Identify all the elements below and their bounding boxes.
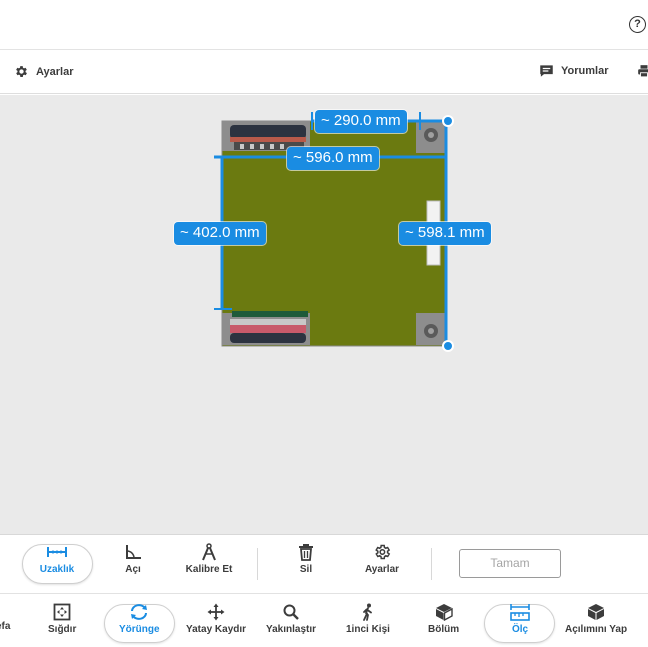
motor-bottom-left <box>222 311 310 345</box>
measure-label: Ölç <box>511 624 529 635</box>
section-button[interactable]: Bölüm <box>428 603 459 643</box>
toolbar-divider <box>257 548 258 580</box>
comments-label: Yorumlar <box>561 65 609 77</box>
top-header: ? <box>0 0 648 50</box>
comments-button[interactable]: Yorumlar <box>539 64 608 78</box>
measurement-label-596[interactable]: ~ 596.0 mm <box>287 147 379 170</box>
gear-outline-icon <box>375 544 391 560</box>
delete-button[interactable]: Sil <box>270 543 342 587</box>
orbit-button[interactable]: Yörünge <box>119 603 160 643</box>
viewer-toolbar: Ayarlar Yorumlar <box>0 51 648 94</box>
settings-menu-button[interactable]: Ayarlar <box>14 64 74 79</box>
explode-cube-icon <box>588 604 605 620</box>
mount-bottom-right <box>416 313 446 345</box>
help-icon[interactable]: ? <box>629 16 646 33</box>
magnifier-icon <box>283 604 299 620</box>
distance-label: Uzaklık <box>39 564 75 575</box>
done-button[interactable]: Tamam <box>459 549 561 578</box>
distance-icon <box>47 547 67 557</box>
fit-label: Sığdır <box>48 624 77 635</box>
section-cube-icon <box>435 604 453 621</box>
explode-label: Açılımını Yap <box>565 624 628 635</box>
first-person-label: 1inci Kişi <box>346 624 390 635</box>
zoom-button[interactable]: Yakınlaştır <box>266 603 316 643</box>
settings-label: Ayarlar <box>36 65 74 78</box>
navigation-toolbar: efa Sığdır Yörünge Yatay Kaydır <box>0 593 648 647</box>
measure-handle-bottom <box>442 340 454 352</box>
measure-toolbar: Uzaklık Açı Kalibre Et Sil Ayarlar Tamam <box>0 534 648 592</box>
compass-icon <box>202 543 216 561</box>
print-button[interactable] <box>637 64 648 78</box>
ruler-icon <box>510 604 530 621</box>
partial-tool-label: efa <box>0 621 11 632</box>
angle-label: Açı <box>125 564 141 575</box>
fit-to-view-icon <box>53 603 71 621</box>
trash-icon <box>299 544 313 561</box>
measure-settings-button[interactable]: Ayarlar <box>346 543 418 587</box>
angle-icon <box>126 545 141 559</box>
comment-icon <box>540 65 553 77</box>
orbit-label: Yörünge <box>119 624 160 635</box>
toolbar-divider <box>431 548 432 580</box>
walking-person-icon <box>363 603 372 621</box>
pan-button[interactable]: Yatay Kaydır <box>186 603 246 643</box>
explode-button[interactable]: Açılımını Yap <box>565 603 627 643</box>
measurement-label-402[interactable]: ~ 402.0 mm <box>174 222 266 245</box>
zoom-label: Yakınlaştır <box>266 624 317 635</box>
measure-button[interactable]: Ölç <box>509 603 531 643</box>
angle-tool-button[interactable]: Açı <box>97 543 169 587</box>
measure-handle-top <box>442 115 454 127</box>
model-viewport[interactable]: ~ 290.0 mm ~ 596.0 mm ~ 402.0 mm ~ 598.1… <box>0 95 648 534</box>
orbit-icon <box>131 604 148 620</box>
partial-tool-button[interactable]: efa <box>0 618 10 647</box>
printer-icon <box>638 65 648 78</box>
calibrate-tool-button[interactable]: Kalibre Et <box>173 543 245 587</box>
measure-settings-label: Ayarlar <box>364 564 400 575</box>
first-person-button[interactable]: 1inci Kişi <box>346 603 390 643</box>
measurement-label-290[interactable]: ~ 290.0 mm <box>315 110 407 133</box>
pan-arrows-icon <box>207 603 225 621</box>
gear-icon <box>16 66 27 77</box>
delete-label: Sil <box>299 564 313 575</box>
calibrate-label: Kalibre Et <box>185 564 233 575</box>
distance-tool-button[interactable]: Uzaklık <box>21 543 93 587</box>
section-label: Bölüm <box>428 624 460 635</box>
fit-button[interactable]: Sığdır <box>48 603 76 643</box>
pan-label: Yatay Kaydır <box>186 624 247 635</box>
measurement-label-598[interactable]: ~ 598.1 mm <box>399 222 491 245</box>
